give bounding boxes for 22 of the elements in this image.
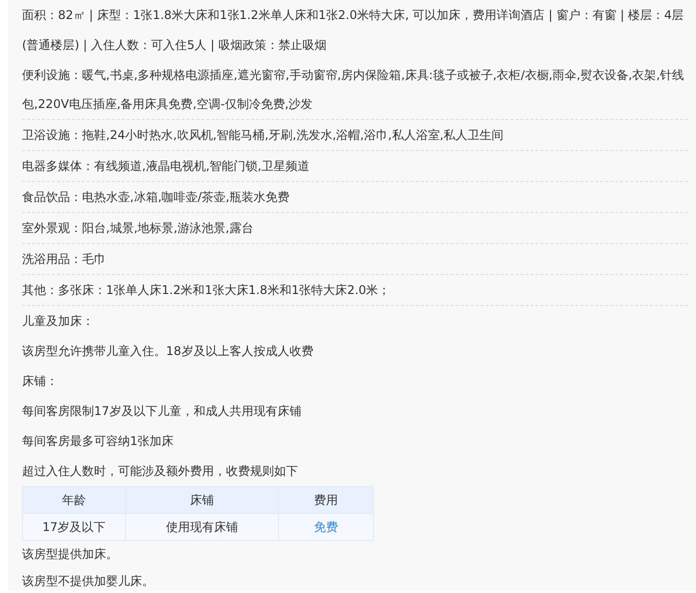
note-text: 该房型不提供加婴儿床。 bbox=[22, 573, 155, 590]
facility-text: 食品饮品：电热水壶,冰箱,咖啡壶/茶壶,瓶装水免费 bbox=[22, 189, 290, 206]
policy-text: 每间客房限制17岁及以下儿童，和成人共用现有床铺 bbox=[22, 403, 302, 420]
policy-text: 儿童及加床： bbox=[22, 313, 95, 330]
table-cell: 免费 bbox=[278, 514, 374, 540]
note-text: 该房型提供加床。 bbox=[22, 546, 119, 563]
policy-text: 床铺： bbox=[22, 373, 59, 390]
facility-text: 洗浴用品：毛巾 bbox=[22, 251, 107, 268]
table-cell: 17岁及以下 bbox=[22, 514, 126, 540]
policy-text: 该房型允许携带儿童入住。18岁及以上客人按成人收费 bbox=[22, 343, 314, 360]
facility-text: 卫浴设施：拖鞋,24小时热水,吹风机,智能马桶,牙刷,洗发水,浴帽,浴巾,私人浴室,私人卫生间 bbox=[22, 127, 505, 144]
facility-text: 电器多媒体：有线频道,液晶电视机,智能门锁,卫星频道 bbox=[22, 158, 310, 175]
policy-text: 每间客房最多可容纳1张加床 bbox=[22, 433, 175, 450]
column-header: 床铺 bbox=[126, 486, 278, 514]
facility-text: 便利设施：暖气,书桌,多种规格电源插座,遮光窗帘,手动窗帘,房内保险箱,床具:毯子或被子,衣柜/衣橱,雨伞,熨衣设备,衣架,针线包,220V电压插座,备用床具免费,空调-仅制冷免费,沙发 bbox=[22, 67, 686, 113]
policy-text: 超过入住人数时，可能涉及额外费用，收费规则如下 bbox=[22, 463, 299, 480]
column-header: 费用 bbox=[278, 486, 374, 514]
table-cell: 使用现有床铺 bbox=[126, 514, 278, 540]
facility-text: 室外景观：阳台,城景,地标景,游泳池景,露台 bbox=[22, 220, 254, 237]
column-header: 年龄 bbox=[22, 486, 126, 514]
facility-text: 其他：多张床：1张单人床1.2米和1张大床1.8米和1张特大床2.0米； bbox=[22, 282, 392, 299]
room-summary: 面积：82㎡ | 床型：1张1.8米大床和1张1.2米单人床和1张2.0米特大床, 可以加床，费用详询酒店 | 窗户：有窗 | 楼层：4层(普通楼层) | 入住人数：可入住5人 | 吸烟政策：禁止吸烟 bbox=[22, 7, 685, 54]
